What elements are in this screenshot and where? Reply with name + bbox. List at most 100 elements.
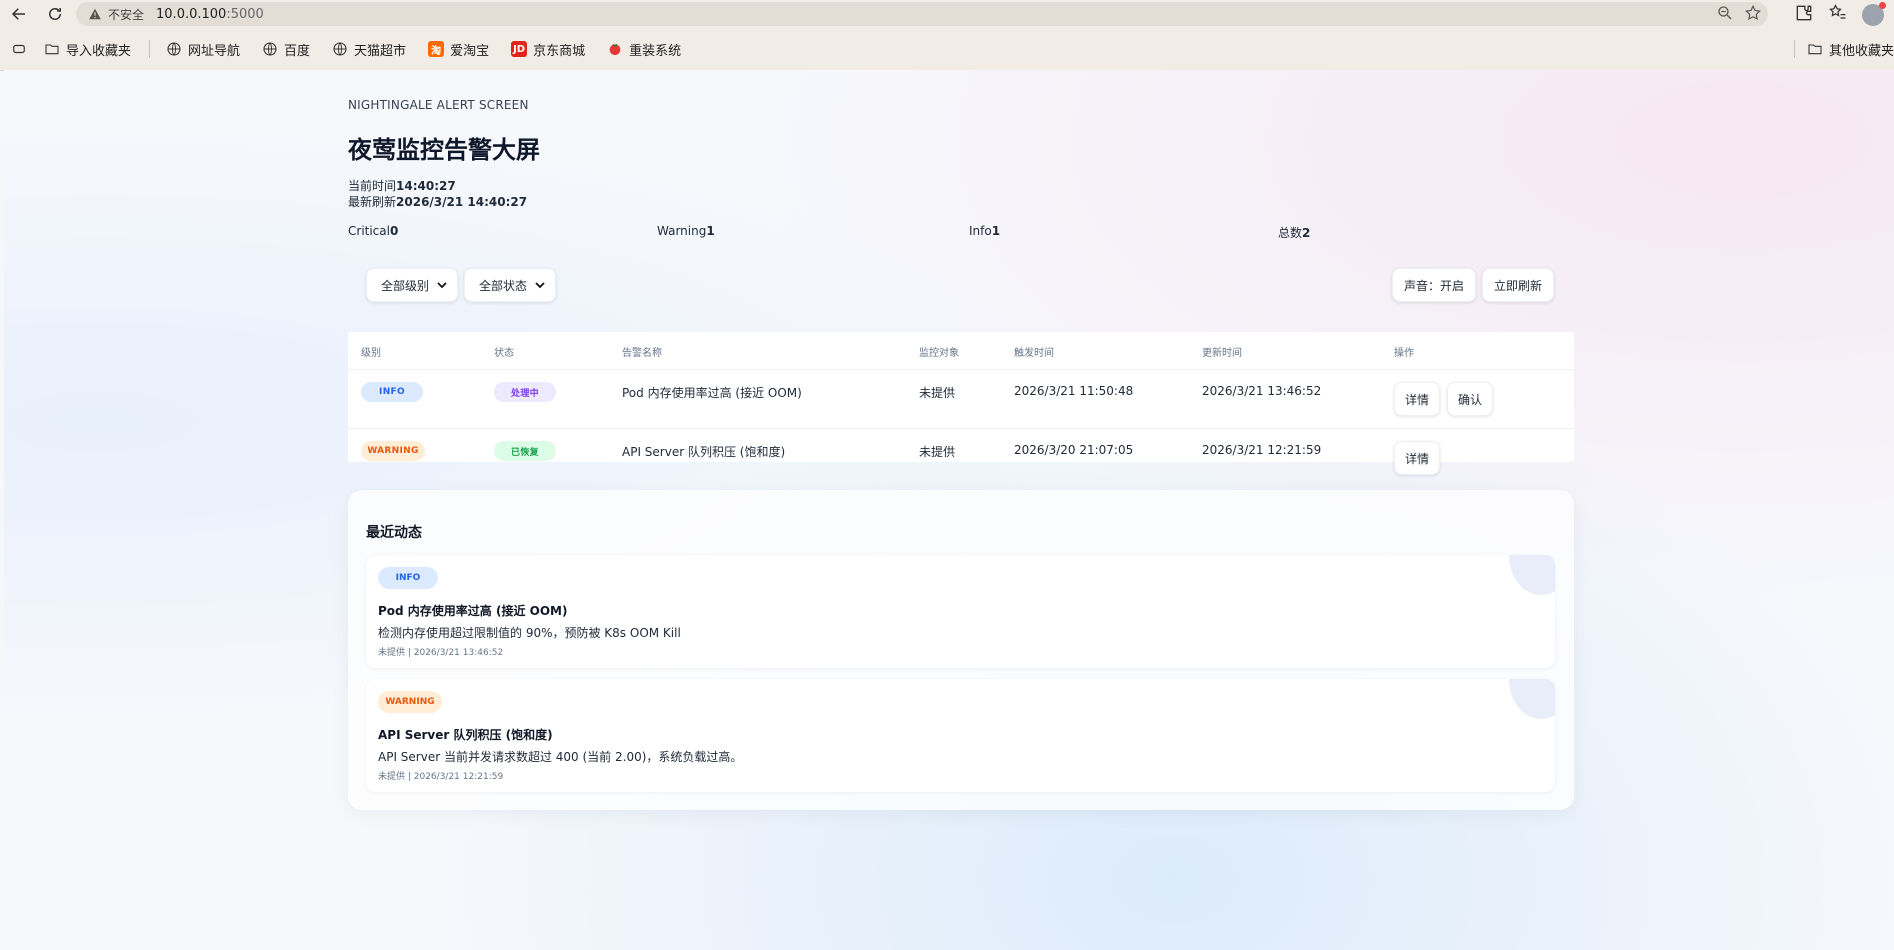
level-badge: WARNING bbox=[361, 441, 425, 461]
page-title: 夜莺监控告警大屏 bbox=[348, 136, 540, 164]
bookmark-nav[interactable]: 网址导航 bbox=[166, 40, 240, 59]
bookmark-other[interactable]: 其他收藏夹 bbox=[1807, 40, 1894, 59]
alert-target: 未提供 bbox=[919, 386, 956, 400]
activity-card[interactable]: WARNING API Server 队列积压 (饱和度) API Server… bbox=[366, 679, 1555, 792]
alert-target: 未提供 bbox=[919, 445, 956, 459]
last-refresh: 最新刷新2026/3/21 14:40:27 bbox=[348, 195, 528, 209]
bookmark-reinstall[interactable]: 重装系统 bbox=[607, 40, 681, 59]
detail-button[interactable]: 详情 bbox=[1394, 441, 1441, 475]
alert-counts: Critical0 Warning1 Info1 总数2 bbox=[348, 224, 1578, 242]
bookmarks-menu-icon[interactable] bbox=[12, 42, 26, 56]
folder-import-icon bbox=[44, 41, 60, 57]
taobao-icon: 淘 bbox=[428, 41, 445, 57]
level-filter-value: 全部级别 bbox=[381, 278, 430, 293]
alert-triggered-time: 2026/3/21 11:50:48 bbox=[1014, 384, 1134, 398]
bookmark-import[interactable]: 导入收藏夹 bbox=[44, 40, 131, 59]
refresh-now-button[interactable]: 立即刷新 bbox=[1482, 268, 1555, 302]
bookmark-aitaobao[interactable]: 淘 爱淘宝 bbox=[428, 40, 489, 59]
recent-activity-title: 最近动态 bbox=[366, 525, 422, 541]
col-header-status: 状态 bbox=[494, 348, 514, 359]
globe-icon bbox=[332, 41, 348, 57]
bookmark-label: 爱淘宝 bbox=[450, 43, 490, 59]
alerts-table: 级别 状态 告警名称 监控对象 触发时间 更新时间 操作 INFO 处理中 Po… bbox=[348, 332, 1574, 475]
alert-updated-time: 2026/3/21 13:46:52 bbox=[1202, 384, 1322, 398]
insecure-label: 不安全 bbox=[108, 7, 145, 22]
bookmark-separator bbox=[149, 40, 151, 58]
col-header-actions: 操作 bbox=[1394, 348, 1414, 359]
back-icon[interactable] bbox=[8, 3, 30, 25]
status-badge: 已恢复 bbox=[494, 441, 556, 461]
bookmark-separator bbox=[1793, 40, 1795, 58]
count-warning: Warning1 bbox=[657, 224, 715, 238]
bookmark-label: 京东商城 bbox=[533, 43, 586, 59]
level-badge: INFO bbox=[361, 382, 423, 402]
bookmark-tmall[interactable]: 天猫超市 bbox=[332, 40, 406, 59]
bookmark-label: 网址导航 bbox=[188, 43, 241, 59]
warning-triangle-icon bbox=[89, 8, 101, 20]
tomato-icon bbox=[607, 41, 623, 57]
globe-icon bbox=[262, 41, 278, 57]
acknowledge-button[interactable]: 确认 bbox=[1447, 382, 1494, 416]
table-row: WARNING 已恢复 API Server 队列积压 (饱和度) 未提供 20… bbox=[348, 428, 1574, 488]
bookmark-baidu[interactable]: 百度 bbox=[262, 40, 310, 59]
activity-description: 检测内存使用超过限制值的 90%，预防被 K8s OOM Kill bbox=[378, 626, 681, 640]
star-icon[interactable] bbox=[1744, 4, 1762, 22]
activity-card[interactable]: INFO Pod 内存使用率过高 (接近 OOM) 检测内存使用超过限制值的 9… bbox=[366, 555, 1555, 668]
extensions-icon[interactable] bbox=[1794, 3, 1814, 27]
activity-description: API Server 当前并发请求数超过 400 (当前 2.00)，系统负载过… bbox=[378, 750, 743, 764]
recent-activity-panel: 最近动态 INFO Pod 内存使用率过高 (接近 OOM) 检测内存使用超过限… bbox=[348, 490, 1574, 810]
activity-alert-name: Pod 内存使用率过高 (接近 OOM) bbox=[378, 604, 568, 618]
bookmarks-bar: 导入收藏夹 网址导航 百度 天猫超市 淘 爱淘宝 JD 京东商城 重装系统 其他… bbox=[0, 28, 1894, 71]
address-bar[interactable]: 不安全 10.0.0.100:5000 bbox=[76, 2, 1768, 26]
col-header-level: 级别 bbox=[361, 348, 381, 359]
alert-name: API Server 队列积压 (饱和度) bbox=[622, 445, 786, 459]
filter-bar: 全部级别 全部状态 bbox=[366, 268, 557, 302]
count-critical: Critical0 bbox=[348, 224, 399, 238]
browser-toolbar: 不安全 10.0.0.100:5000 bbox=[0, 0, 1894, 28]
bookmark-label: 导入收藏夹 bbox=[66, 43, 132, 59]
favorites-icon[interactable] bbox=[1828, 3, 1848, 27]
sound-toggle-button[interactable]: 声音：开启 bbox=[1392, 268, 1477, 302]
bookmark-label: 其他收藏夹 bbox=[1828, 43, 1894, 59]
alert-name: Pod 内存使用率过高 (接近 OOM) bbox=[622, 386, 802, 400]
col-header-triggered: 触发时间 bbox=[1014, 348, 1054, 359]
table-row: INFO 处理中 Pod 内存使用率过高 (接近 OOM) 未提供 2026/3… bbox=[348, 369, 1574, 429]
bookmark-label: 重装系统 bbox=[629, 43, 682, 59]
chevron-down-icon bbox=[437, 282, 447, 289]
profile-avatar-icon[interactable] bbox=[1862, 2, 1886, 26]
activity-alert-name: API Server 队列积压 (饱和度) bbox=[378, 728, 553, 742]
bookmark-label: 百度 bbox=[284, 43, 311, 59]
col-header-target: 监控对象 bbox=[919, 348, 959, 359]
decorative-blob bbox=[1509, 555, 1555, 595]
level-badge: INFO bbox=[378, 567, 438, 589]
globe-icon bbox=[166, 41, 182, 57]
col-header-updated: 更新时间 bbox=[1202, 348, 1242, 359]
status-badge: 处理中 bbox=[494, 382, 556, 402]
bookmark-jd[interactable]: JD 京东商城 bbox=[511, 40, 585, 59]
col-header-name: 告警名称 bbox=[622, 348, 662, 359]
activity-meta: 未提供 | 2026/3/21 12:21:59 bbox=[378, 772, 504, 782]
bookmark-label: 天猫超市 bbox=[354, 43, 407, 59]
url-text: 10.0.0.100:5000 bbox=[156, 6, 264, 22]
count-total: 总数2 bbox=[1278, 226, 1311, 240]
alert-updated-time: 2026/3/21 12:21:59 bbox=[1202, 443, 1322, 457]
folder-icon bbox=[1807, 41, 1823, 57]
time-meta: 当前时间14:40:27 最新刷新2026/3/21 14:40:27 bbox=[348, 178, 527, 210]
jd-icon: JD bbox=[511, 41, 528, 57]
reload-icon[interactable] bbox=[44, 3, 66, 25]
chevron-down-icon bbox=[535, 282, 545, 289]
count-info: Info1 bbox=[969, 224, 1001, 238]
status-filter-select[interactable]: 全部状态 bbox=[464, 268, 557, 302]
status-filter-value: 全部状态 bbox=[479, 278, 528, 293]
zoom-out-icon[interactable] bbox=[1716, 4, 1734, 22]
decorative-blob bbox=[1509, 679, 1555, 719]
detail-button[interactable]: 详情 bbox=[1394, 382, 1441, 416]
level-filter-select[interactable]: 全部级别 bbox=[366, 268, 459, 302]
page-content: NIGHTINGALE ALERT SCREEN 夜莺监控告警大屏 当前时间14… bbox=[4, 70, 1894, 950]
alert-triggered-time: 2026/3/20 21:07:05 bbox=[1014, 443, 1134, 457]
activity-meta: 未提供 | 2026/3/21 13:46:52 bbox=[378, 648, 504, 658]
level-badge: WARNING bbox=[378, 691, 442, 713]
eyebrow-label: NIGHTINGALE ALERT SCREEN bbox=[348, 98, 529, 112]
toolbar-actions: 声音：开启 立即刷新 bbox=[1392, 268, 1555, 302]
current-time: 当前时间14:40:27 bbox=[348, 179, 456, 193]
